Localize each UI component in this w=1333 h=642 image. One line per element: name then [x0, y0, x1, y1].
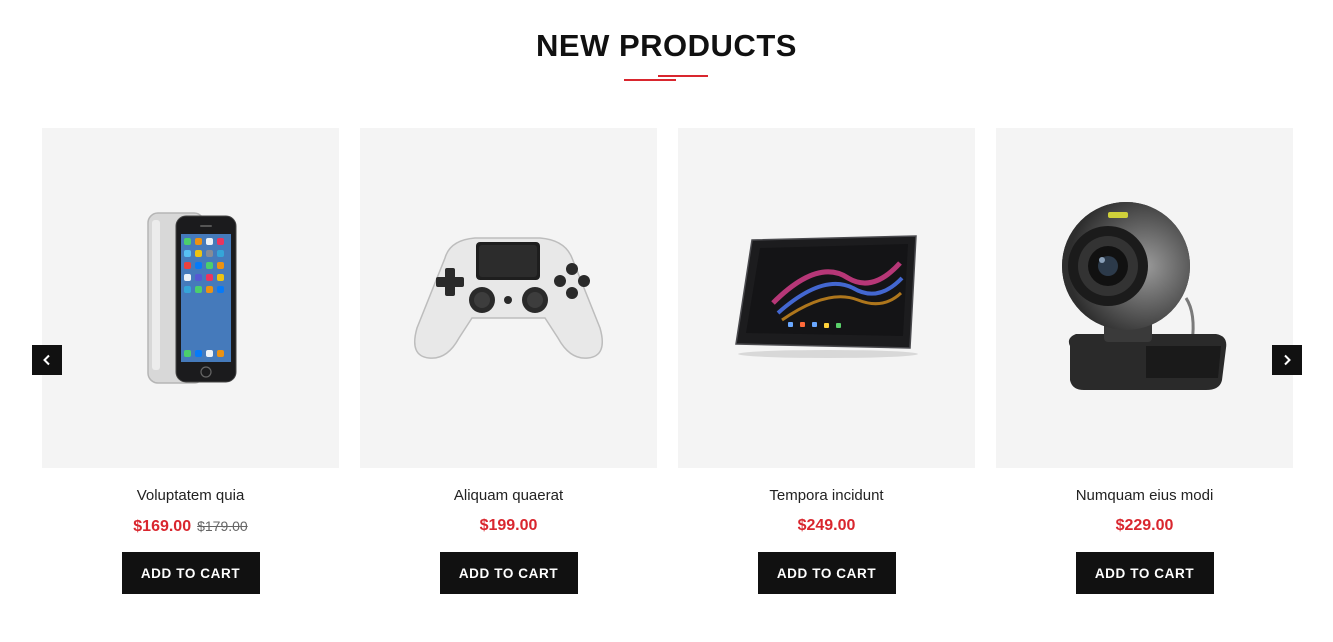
product-name[interactable]: Tempora incidunt	[678, 487, 975, 505]
carousel-next-button[interactable]	[1272, 345, 1302, 375]
product-card[interactable]: Tempora incidunt $249.00 ADD TO CART	[678, 128, 975, 594]
product-name[interactable]: Voluptatem quia	[42, 487, 339, 505]
product-price: $169.00	[133, 518, 192, 535]
section-title: NEW PRODUCTS	[536, 28, 797, 63]
add-to-cart-button[interactable]: ADD TO CART	[1075, 552, 1214, 594]
product-price: $229.00	[1115, 517, 1174, 534]
chevron-right-icon	[1284, 354, 1291, 366]
product-card[interactable]: Numquam eius modi $229.00 ADD TO CART	[996, 128, 1293, 594]
add-to-cart-button[interactable]: ADD TO CART	[439, 552, 578, 594]
carousel-prev-button[interactable]	[32, 345, 62, 375]
chevron-left-icon	[43, 354, 50, 366]
price-row: $169.00 $179.00	[42, 516, 339, 536]
price-row: $249.00	[678, 516, 975, 536]
game-controller-image[interactable]	[360, 128, 657, 468]
product-carousel: Voluptatem quia $169.00 $179.00 ADD TO CA…	[0, 128, 1333, 598]
product-name[interactable]: Aliquam quaerat	[360, 487, 657, 505]
product-price: $249.00	[797, 517, 856, 534]
webcam-image[interactable]	[996, 128, 1293, 468]
product-old-price: $179.00	[197, 518, 248, 534]
add-to-cart-button[interactable]: ADD TO CART	[757, 552, 896, 594]
price-row: $199.00	[360, 516, 657, 536]
smartphone-image[interactable]	[42, 128, 339, 468]
price-row: $229.00	[996, 516, 1293, 536]
product-card[interactable]: Aliquam quaerat $199.00 ADD TO CART	[360, 128, 657, 594]
tablet-image[interactable]	[678, 128, 975, 468]
product-price: $199.00	[479, 517, 538, 534]
product-card[interactable]: Voluptatem quia $169.00 $179.00 ADD TO CA…	[42, 128, 339, 594]
product-name[interactable]: Numquam eius modi	[996, 487, 1293, 505]
title-underline	[622, 74, 712, 82]
add-to-cart-button[interactable]: ADD TO CART	[121, 552, 260, 594]
